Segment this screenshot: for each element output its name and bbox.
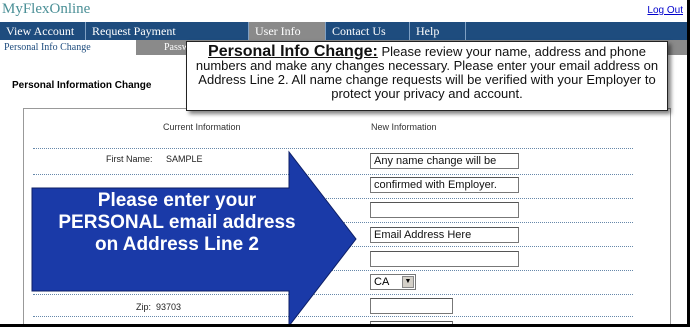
instruction-callout: Personal Info Change: Please review your… (186, 41, 668, 111)
arrow-callout-text: Please enter your PERSONAL email address… (58, 190, 296, 255)
page-frame: MyFlexOnline Log Out View Account Reques… (0, 0, 687, 324)
